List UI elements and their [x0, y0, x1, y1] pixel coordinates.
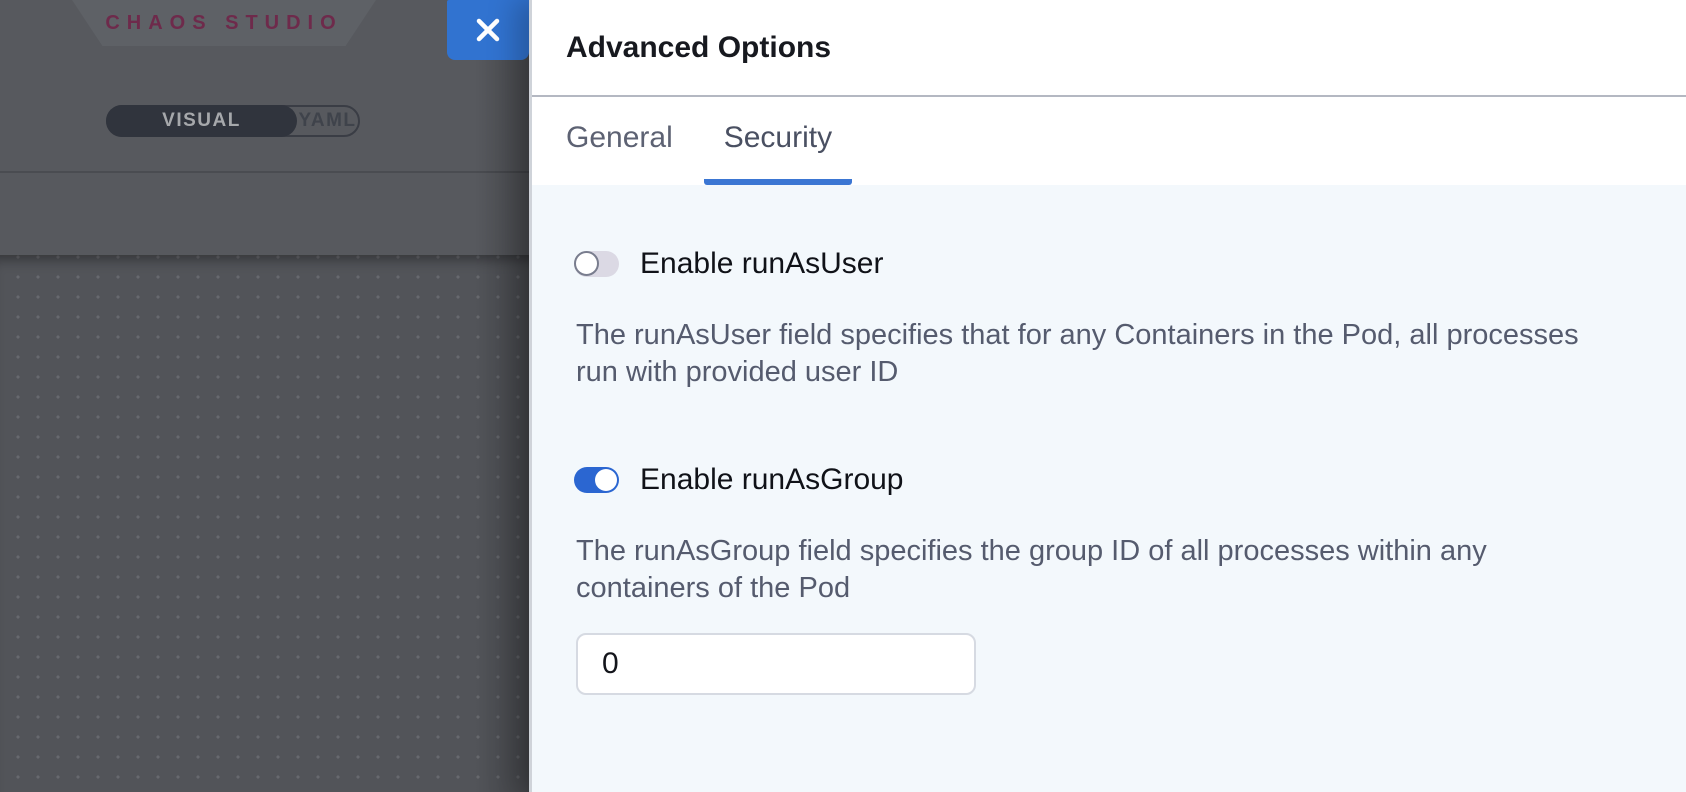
security-tab-content: Enable runAsUser The runAsUser field spe… — [532, 185, 1686, 792]
brand-name: CHAOS STUDIO — [105, 12, 342, 35]
toggle-knob — [574, 251, 599, 276]
toggle-knob — [595, 469, 617, 491]
visual-yaml-switch: VISUAL YAML — [106, 105, 360, 137]
run-as-group-id-input[interactable] — [576, 633, 976, 695]
run-as-user-description: The runAsUser field specifies that for a… — [576, 317, 1626, 391]
tab-general-label: General — [566, 121, 673, 155]
drawer-edge-shadow — [474, 0, 529, 792]
toolbar-divider — [0, 171, 529, 173]
run-as-group-row: Enable runAsGroup — [574, 463, 1626, 497]
run-as-group-label: Enable runAsGroup — [640, 463, 904, 497]
yaml-mode-label: YAML — [298, 110, 356, 132]
drawer-tab-bar: General Security — [532, 97, 1686, 185]
dimmed-app-background: CHAOS STUDIO VISUAL YAML — [0, 0, 529, 792]
tab-security[interactable]: Security — [704, 97, 852, 185]
close-drawer-button[interactable] — [447, 0, 529, 60]
run-as-user-toggle[interactable] — [574, 251, 619, 277]
advanced-options-drawer: Advanced Options General Security Enable… — [529, 0, 1686, 792]
visual-mode-button[interactable]: VISUAL — [106, 105, 297, 137]
run-as-group-description: The runAsGroup field specifies the group… — [576, 533, 1626, 607]
tab-security-label: Security — [724, 121, 832, 155]
drawer-title: Advanced Options — [566, 31, 831, 65]
run-as-user-row: Enable runAsUser — [574, 247, 1626, 281]
app-logo-banner: CHAOS STUDIO — [72, 0, 376, 46]
tab-general[interactable]: General — [566, 97, 693, 185]
run-as-user-label: Enable runAsUser — [640, 247, 883, 281]
run-as-group-toggle[interactable] — [574, 467, 619, 493]
yaml-mode-button[interactable]: YAML — [297, 107, 358, 135]
visual-mode-label: VISUAL — [162, 110, 241, 132]
close-icon — [475, 17, 501, 43]
drawer-header: Advanced Options — [532, 0, 1686, 97]
dotted-workflow-canvas — [0, 255, 529, 792]
